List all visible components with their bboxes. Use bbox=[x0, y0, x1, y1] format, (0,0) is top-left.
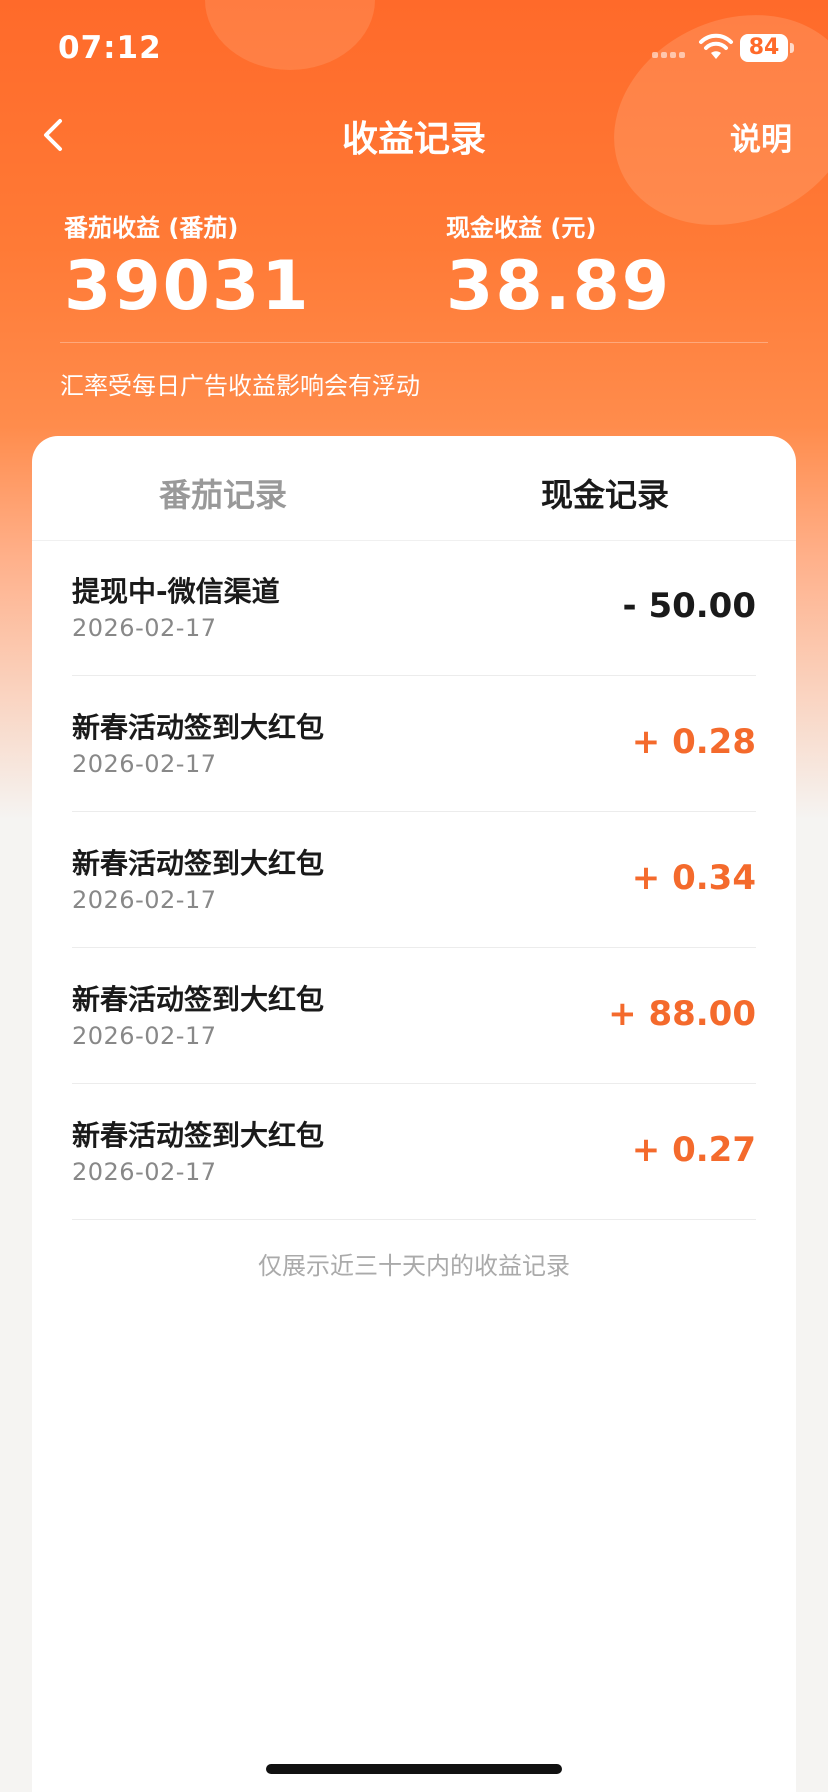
record-title: 新春活动签到大红包 bbox=[72, 847, 325, 880]
nav-bar: 收益记录 说明 bbox=[0, 100, 828, 170]
status-bar: 07:12 84 bbox=[0, 0, 828, 90]
records-list: 提现中-微信渠道 2026-02-17 - 50.00 新春活动签到大红包 20… bbox=[72, 540, 756, 1220]
list-item[interactable]: 新春活动签到大红包 2026-02-17 + 88.00 bbox=[72, 948, 756, 1084]
home-indicator[interactable] bbox=[266, 1764, 562, 1774]
list-item[interactable]: 提现中-微信渠道 2026-02-17 - 50.00 bbox=[72, 540, 756, 676]
battery-tip bbox=[790, 43, 794, 53]
header-divider bbox=[60, 342, 768, 343]
records-card: 番茄记录 现金记录 提现中-微信渠道 2026-02-17 - 50.00 新春… bbox=[32, 436, 796, 1792]
records-footer-note: 仅展示近三十天内的收益记录 bbox=[258, 1252, 570, 1280]
list-item[interactable]: 新春活动签到大红包 2026-02-17 + 0.34 bbox=[72, 812, 756, 948]
battery-icon: 84 bbox=[740, 34, 788, 62]
record-date: 2026-02-17 bbox=[72, 1158, 217, 1186]
cash-earnings: 现金收益 (元) 38.89 bbox=[446, 208, 671, 326]
record-amount: + 0.34 bbox=[631, 858, 756, 898]
list-item[interactable]: 新春活动签到大红包 2026-02-17 + 0.28 bbox=[72, 676, 756, 812]
record-date: 2026-02-17 bbox=[72, 614, 217, 642]
record-amount: + 0.27 bbox=[631, 1130, 756, 1170]
record-title: 新春活动签到大红包 bbox=[72, 711, 325, 744]
tab-cash-records[interactable]: 现金记录 bbox=[414, 470, 796, 516]
record-date: 2026-02-17 bbox=[72, 1022, 217, 1050]
record-date: 2026-02-17 bbox=[72, 886, 217, 914]
record-date: 2026-02-17 bbox=[72, 750, 217, 778]
tomato-earnings-value: 39031 bbox=[64, 247, 311, 326]
record-title: 新春活动签到大红包 bbox=[72, 983, 325, 1016]
cash-earnings-value: 38.89 bbox=[446, 247, 672, 326]
status-time: 07:12 bbox=[58, 30, 162, 66]
cash-earnings-label: 现金收益 (元) bbox=[446, 214, 597, 242]
tab-tomato-records[interactable]: 番茄记录 bbox=[32, 470, 414, 516]
exchange-rate-note: 汇率受每日广告收益影响会有浮动 bbox=[60, 372, 420, 400]
tomato-earnings-label: 番茄收益 (番茄) bbox=[64, 214, 239, 242]
tab-bar: 番茄记录 现金记录 bbox=[32, 436, 796, 541]
wifi-icon bbox=[699, 33, 733, 59]
record-amount: + 88.00 bbox=[608, 994, 756, 1034]
page-title: 收益记录 bbox=[341, 119, 486, 160]
cellular-signal-icon bbox=[652, 52, 694, 60]
help-button[interactable]: 说明 bbox=[730, 114, 792, 159]
record-title: 新春活动签到大红包 bbox=[72, 1119, 325, 1152]
record-amount: + 0.28 bbox=[631, 722, 756, 762]
record-amount: - 50.00 bbox=[622, 586, 757, 626]
record-title: 提现中-微信渠道 bbox=[72, 575, 280, 608]
list-item[interactable]: 新春活动签到大红包 2026-02-17 + 0.27 bbox=[72, 1084, 756, 1220]
tomato-earnings: 番茄收益 (番茄) 39031 bbox=[64, 208, 311, 326]
